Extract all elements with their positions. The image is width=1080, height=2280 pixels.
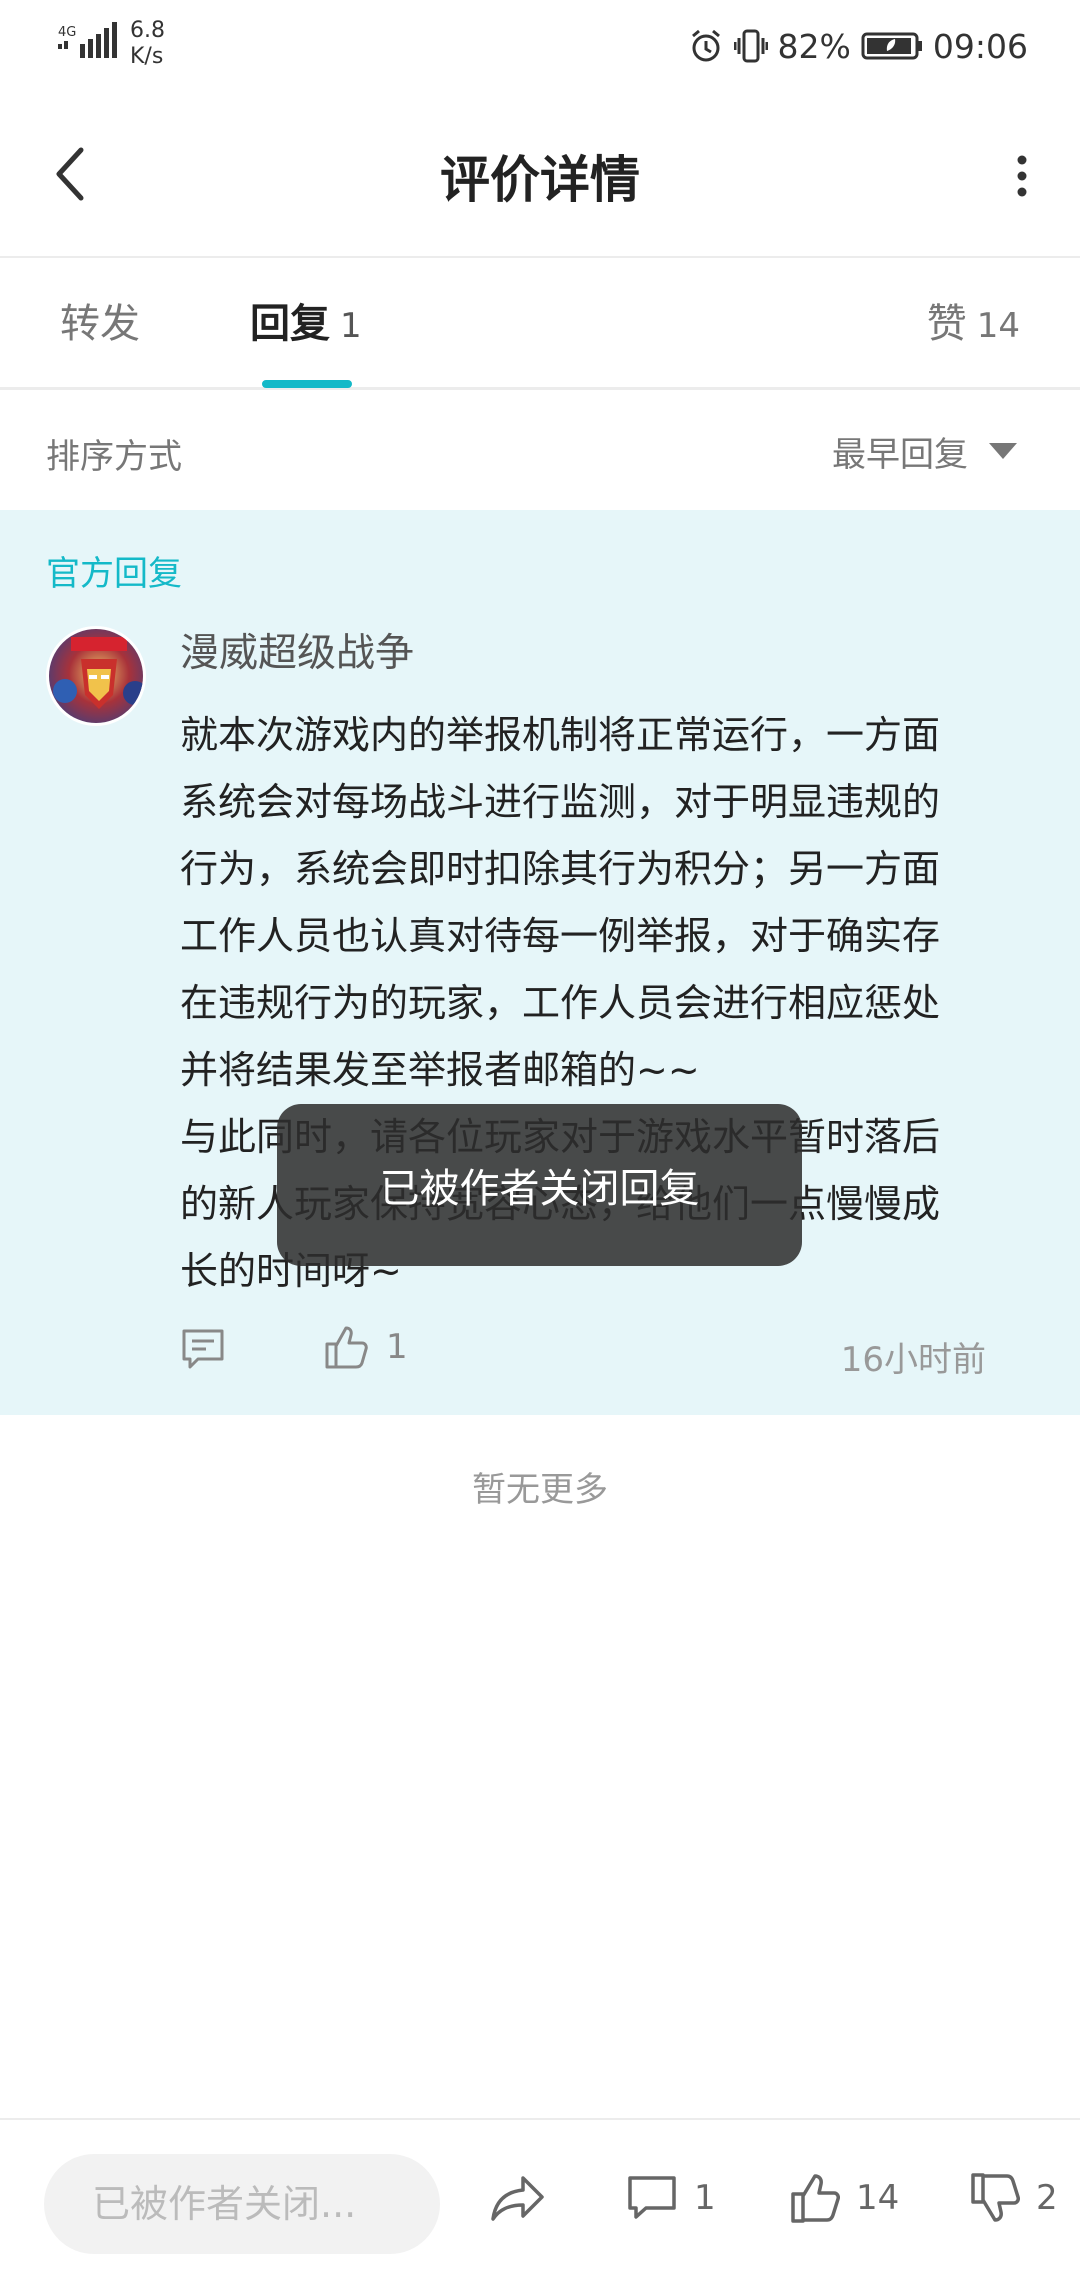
bottom-action-bar: 已被作者关闭... 1 14 2 bbox=[0, 2118, 1080, 2280]
comment-count-button[interactable]: 1 bbox=[626, 2166, 716, 2230]
tab-reply-label: 回复 bbox=[250, 301, 330, 347]
reply-like-count: 1 bbox=[386, 1327, 408, 1367]
like-count-button[interactable]: 14 bbox=[790, 2166, 899, 2230]
more-vertical-icon bbox=[1017, 155, 1027, 197]
status-right: 82% 09:06 bbox=[688, 22, 1028, 70]
page-title: 评价详情 bbox=[440, 151, 640, 209]
reply-line: 并将结果发至举报者邮箱的~~ bbox=[180, 1048, 700, 1092]
reply-author[interactable]: 漫威超级战争 bbox=[180, 622, 414, 678]
status-bar: 4G 6.8 K/s 82% 09:06 bbox=[0, 0, 1080, 92]
tab-like-count: 14 bbox=[976, 306, 1020, 346]
thumbs-up-icon bbox=[791, 2174, 840, 2223]
reply-timestamp: 16小时前 bbox=[840, 1340, 986, 1380]
sort-dropdown[interactable]: 最早回复 bbox=[832, 423, 1018, 479]
sort-selected-value: 最早回复 bbox=[832, 434, 968, 475]
thumbs-up-icon bbox=[325, 1326, 368, 1369]
comment-icon bbox=[182, 1329, 224, 1369]
app-header: 评价详情 bbox=[0, 92, 1080, 258]
active-tab-indicator bbox=[262, 380, 352, 388]
comment-button[interactable] bbox=[180, 1326, 226, 1376]
more-options-button[interactable] bbox=[1002, 144, 1042, 208]
like-button[interactable]: 1 bbox=[324, 1324, 408, 1370]
dislike-count: 2 bbox=[1036, 2178, 1058, 2218]
caret-down-icon bbox=[989, 443, 1017, 459]
reply-line: 工作人员也认真对待每一例举报，对于确实存 bbox=[180, 914, 941, 958]
reply-line: 就本次游戏内的举报机制将正常运行，一方面 bbox=[180, 713, 941, 757]
sort-label: 排序方式 bbox=[46, 437, 182, 477]
tab-reply[interactable]: 回复 1 bbox=[250, 294, 362, 354]
network-speed: 6.8 K/s bbox=[130, 18, 165, 70]
thumbs-down-icon bbox=[971, 2173, 1020, 2222]
tab-reply-count: 1 bbox=[340, 306, 362, 346]
official-reply-label: 官方回复 bbox=[46, 554, 182, 594]
avatar[interactable] bbox=[46, 626, 146, 726]
reply-line: 系统会对每场战斗进行监测，对于明显违规的 bbox=[180, 780, 941, 824]
speed-value: 6.8 bbox=[130, 18, 165, 43]
reply-actions: 1 16小时前 bbox=[180, 1320, 1000, 1380]
tab-bar: 转发 回复 1 赞 14 bbox=[0, 260, 1080, 390]
share-icon bbox=[491, 2176, 544, 2221]
comment-icon bbox=[628, 2176, 676, 2219]
clock: 09:06 bbox=[932, 26, 1028, 66]
alarm-icon bbox=[688, 28, 724, 64]
share-button[interactable] bbox=[490, 2166, 546, 2230]
like-count: 14 bbox=[856, 2178, 900, 2218]
toast-message: 已被作者关闭回复 bbox=[277, 1104, 802, 1266]
dislike-button[interactable]: 2 bbox=[970, 2166, 1058, 2230]
comment-count: 1 bbox=[694, 2178, 716, 2218]
speed-unit: K/s bbox=[130, 44, 164, 69]
tab-forward[interactable]: 转发 bbox=[60, 294, 140, 354]
reply-line: 在违规行为的玩家，工作人员会进行相应惩处 bbox=[180, 981, 941, 1025]
battery-icon bbox=[861, 31, 923, 61]
battery-percent: 82% bbox=[777, 26, 851, 66]
tab-forward-label: 转发 bbox=[60, 301, 140, 347]
tab-like[interactable]: 赞 14 bbox=[927, 294, 1020, 354]
no-more-text: 暂无更多 bbox=[472, 1470, 608, 1510]
official-reply-card: 官方回复 漫威超级战争 就本次游戏内的举报机制将正常运行，一方面 系统会对每场战… bbox=[0, 510, 1080, 1415]
vibrate-icon bbox=[733, 28, 768, 64]
network-type: 4G bbox=[58, 25, 76, 40]
reply-line: 行为，系统会即时扣除其行为积分；另一方面 bbox=[180, 847, 941, 891]
tab-like-label: 赞 bbox=[926, 301, 967, 347]
sort-row: 排序方式 最早回复 bbox=[0, 393, 1080, 509]
signal-icon: 4G bbox=[58, 22, 120, 64]
reply-input[interactable]: 已被作者关闭... bbox=[44, 2154, 440, 2254]
